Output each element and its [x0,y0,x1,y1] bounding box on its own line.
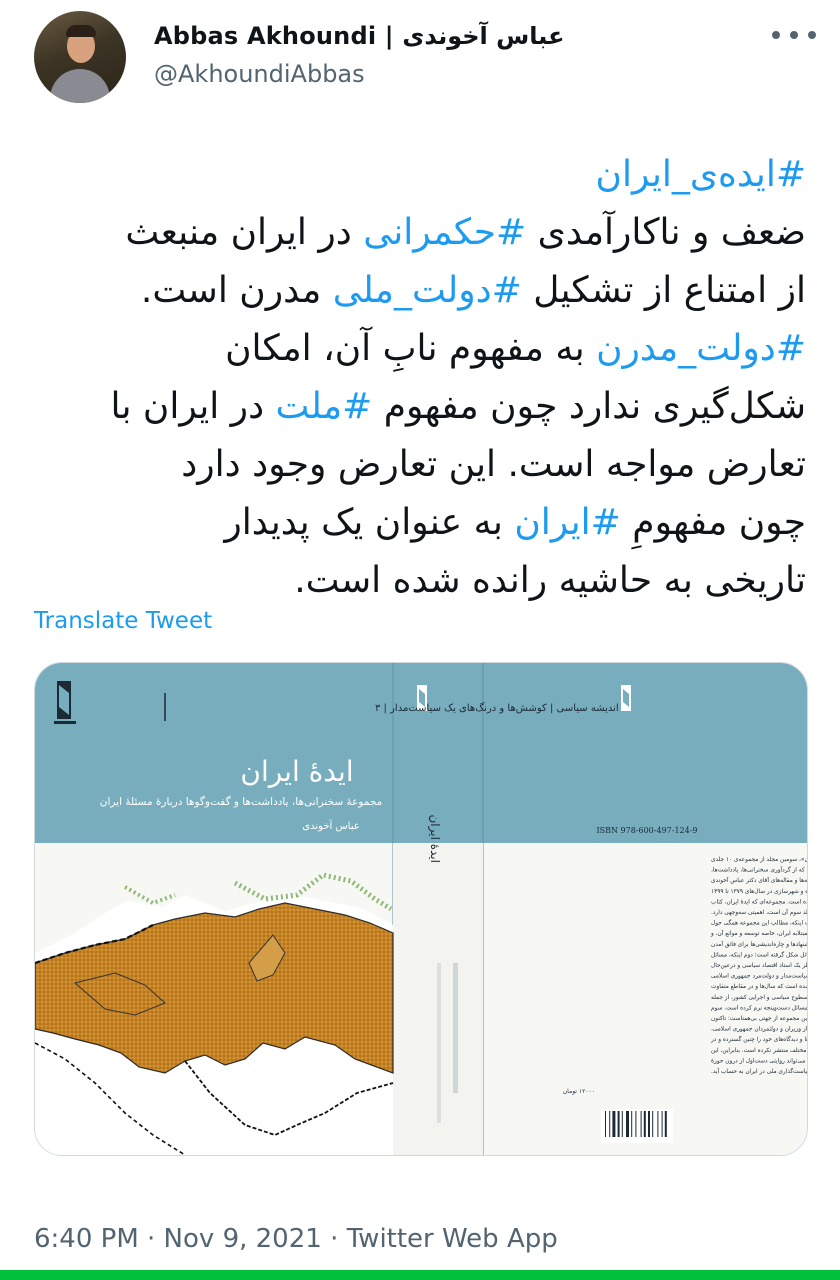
tweet-text: #ایده‌ی_ایران ضعف و ناکارآمدی #حکمرانی در… [34,146,806,610]
tweet-text-segment: شکل‌گیری ندارد چون مفهوم [372,386,806,427]
barcode-bar [661,1111,663,1137]
tweet-text-segment: تعارض مواجه است. این تعارض وجود دارد [181,444,806,485]
barcode-bar [617,1111,620,1137]
barcode-bar [657,1111,659,1137]
tweet-line: از امتناع از تشکیل #دولت_ملی مدرن است. [34,262,806,320]
hashtag-link[interactable]: #ایده‌ی_ایران [596,154,806,195]
bottom-divider [0,1270,840,1280]
back-cover-line: «ایدهٔ ایران»، سومین مجلد از مجموعه‌ی ۱۰… [711,857,807,863]
back-cover-line: مسائل مبتلابه ایران، خاصه توسعه و موانع … [710,929,807,937]
tweet-text-segment: در ایران منبعث [125,212,364,253]
back-cover-line: اینکه این مجموعه از جهتی بی‌همتاست: تاکن… [711,1015,807,1022]
cover-series-text: اندیشه سیاسی | کوشش‌ها و درنگ‌های یک سیا… [375,702,619,714]
tweet-media[interactable]: اندیشه سیاسی | کوشش‌ها و درنگ‌های یک سیا… [34,662,808,1156]
tweet-text-segment: ضعف و ناکارآمدی [526,212,806,253]
cover-author: عباس آخوندی [302,819,359,832]
back-cover-text: «ایدهٔ ایران»، سومین مجلد از مجموعه‌ی ۱۰… [710,857,807,1075]
cover-isbn: ISBN 978-600-497-124-9 [596,826,697,835]
tweet-line: شکل‌گیری ندارد چون مفهوم #ملت در ایران ب… [34,378,806,436]
tweet-line: ضعف و ناکارآمدی #حکمرانی در ایران منبعث [34,204,806,262]
back-cover-line: نخست اینکه، مطالب این مجموعه همگی حول [711,919,807,927]
barcode-bar [609,1111,611,1137]
back-cover-line: حوزه‌های مختلف منتشر نکرده است. بنابراین… [711,1047,807,1054]
back-cover-line: است که از گردآوری سخنرانی‌ها، یادداشت‌ها… [711,866,807,874]
more-dot [790,31,798,39]
tweet-text-segment: از امتناع از تشکیل [521,270,806,311]
cover-subtitle: مجموعهٔ سخنرانی‌ها، یادداشت‌ها و گفت‌وگو… [100,795,383,808]
author-name[interactable]: Abbas Akhoundi | عباس آخوندی [154,22,564,50]
barcode-bar [648,1111,650,1137]
tweet-text-segment: مدرن است. [140,270,333,311]
author-avatar[interactable] [34,11,126,103]
back-cover-line: از منظر یک استاد اقتصاد سیاسی و درعین‌حا… [711,962,807,969]
back-cover-line: وزیر سابق راه و شهرسازی در سال‌های ۱۳۷۹ … [711,889,807,895]
hashtag-link[interactable]: #حکمرانی [363,212,526,253]
back-cover-line: وزارت، با مسائل دست‌وپنجه نرم کرده است. … [711,1004,807,1011]
book-cover-image: اندیشه سیاسی | کوشش‌ها و درنگ‌های یک سیا… [35,663,807,1155]
barcode-bar [626,1111,629,1137]
back-cover-line: سیاست‌گذاری ملی در ایران به حساب آید. [711,1067,807,1075]
tweet-line: تاریخی به حاشیه رانده شده است. [34,552,806,610]
back-cover-line: پایه‌ای پیشنهادها و چاره‌اندیشی‌ها برای … [711,940,807,948]
barcode-bar [605,1111,606,1137]
spine-title: ایدهٔ ایران [427,814,442,863]
back-cover-line: تجربه‌ها و دیدگاه‌های خود را چنین گسترده… [710,1035,807,1043]
tweet-line: چون مفهومِ #ایران به عنوان یک پدیدار [34,494,806,552]
hashtag-link[interactable]: #دولت_مدرن [596,328,806,369]
barcode-bar [635,1111,637,1137]
barcode-bar [643,1111,646,1137]
back-cover-line: هیچ‌یک از وزیران و دولتمردان جمهوری اسلا… [711,1026,807,1033]
tweet-text-segment: چون مفهومِ [620,502,806,543]
avatar-shirt [50,69,110,103]
barcode-bar [612,1111,616,1137]
back-cover-line: یک سیاست‌مدار و دولت‌مرد جمهوری اسلامی [711,973,807,980]
tweet-line: تعارض مواجه است. این تعارض وجود دارد [34,436,806,494]
avatar-hair [66,25,96,37]
more-dot [808,31,816,39]
back-cover-line: فراهم آمده است. مجموعه‌ای که ایدهٔ ایران… [711,897,807,905]
hashtag-link[interactable]: #دولت_ملی [333,270,522,311]
barcode-bar [652,1111,654,1137]
barcode-bar [640,1111,642,1137]
barcode-bar [664,1111,667,1137]
more-options-icon[interactable] [772,20,816,50]
translate-tweet-link[interactable]: Translate Tweet [34,608,212,634]
more-dot [772,31,780,39]
back-cover-line: مطرح شده است که سال‌ها و در مقاطع متفاوت [711,983,807,990]
cover-title: ایدهٔ ایران [240,755,353,788]
hashtag-link[interactable]: #ایران [514,502,621,543]
barcode-bar [631,1111,633,1137]
author-handle[interactable]: @AkhoundiAbbas [154,60,365,88]
hashtag-link[interactable]: #ملت [276,386,373,427]
tweet-line: #دولت_مدرن به مفهوم نابِ آن، امکان [34,320,806,378]
back-cover-line: بر این مسائل شکل گرفته است؛ دوم اینکه، م… [711,950,807,958]
tweet-text-segment: در ایران با [110,386,276,427]
back-cover-line: دوم آن مجلد سوم آن است، اهمیتی سه‌وجهی د… [711,908,807,916]
tweet-text-segment: به عنوان یک پدیدار [224,502,515,543]
barcode-icon [601,1109,673,1143]
tweet-text-segment: تاریخی به حاشیه رانده شده است. [294,560,806,601]
barcode-bar [621,1111,623,1137]
tweet-text-segment: به مفهوم نابِ آن، امکان [225,328,597,369]
back-cover-line: مصاحبه‌ها و مقاله‌های آقای دکتر عباس آخو… [711,876,807,884]
tweet-line: #ایده‌ی_ایران [34,146,806,204]
tweet-timestamp[interactable]: 6:40 PM · Nov 9, 2021 · Twitter Web App [34,1224,558,1254]
back-cover-line: در بالاترین سطوح سیاسی و اجرایی کشور، از… [711,994,807,1001]
cover-price: ۱۲۰۰۰ تومان [563,1088,595,1095]
publisher-logo-icon [621,685,631,711]
back-cover-line: مجموعه می‌تواند روایتی دست‌اول از درون ح… [711,1058,807,1064]
